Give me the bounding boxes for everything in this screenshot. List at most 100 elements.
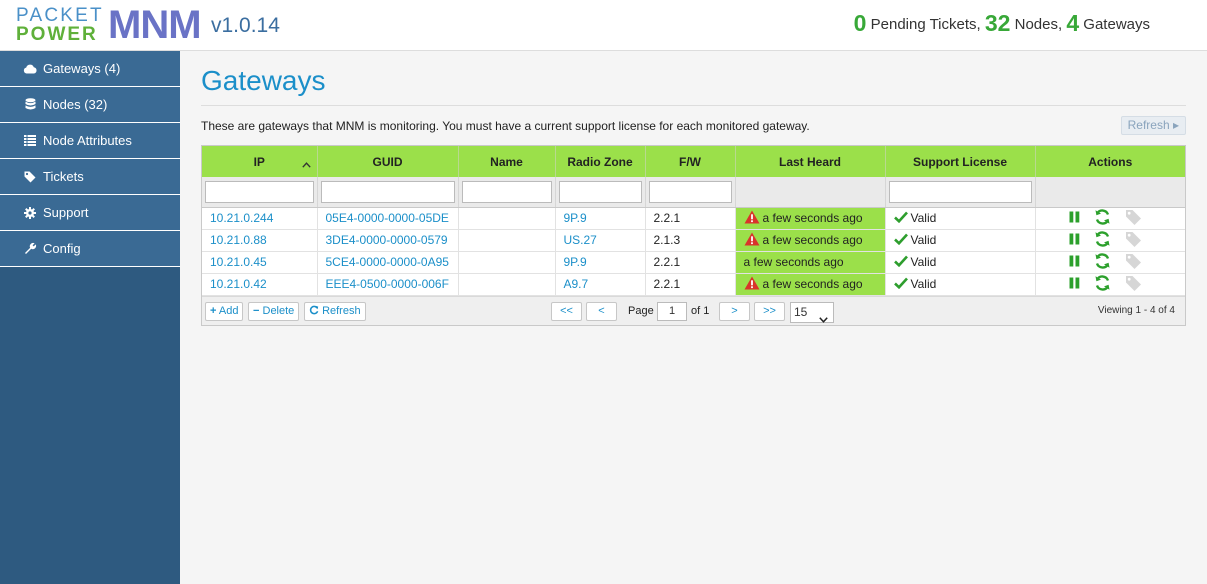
guid-link[interactable]: 3DE4-0000-0000-0579	[326, 233, 448, 247]
col-header-label: Support License	[912, 154, 1007, 169]
cell-radio-zone: 9P.9	[555, 207, 646, 230]
filter-support-license-input[interactable]	[888, 180, 1032, 203]
pause-icon[interactable]	[1069, 211, 1080, 226]
first-page-button[interactable]: <<	[551, 301, 582, 321]
col-header-label: GUID	[372, 154, 403, 169]
add-button[interactable]: + Add	[205, 301, 244, 321]
filter-fw-input[interactable]	[648, 180, 732, 203]
ip-link[interactable]: 10.21.0.244	[210, 211, 273, 225]
status-counts: 0 Pending Tickets, 32 Nodes, 4 Gateways	[854, 10, 1150, 37]
filter-guid-input[interactable]	[320, 180, 455, 203]
check-icon	[893, 255, 908, 270]
delete-button[interactable]: − Delete	[248, 301, 300, 321]
col-header-fw[interactable]: F/W	[645, 146, 736, 177]
cell-name	[458, 207, 556, 230]
col-header-actions: Actions	[1035, 146, 1185, 177]
license-value: Valid	[910, 210, 937, 225]
fw-value: 2.1.3	[653, 233, 681, 247]
sidebar-item-label: Node Attributes	[43, 133, 132, 148]
cell-last-heard: a few seconds ago	[735, 273, 886, 296]
page-size-select[interactable]: 15	[790, 301, 834, 323]
delete-button-label: Delete	[262, 304, 295, 317]
cell-radio-zone: US.27	[555, 229, 646, 252]
fw-value: 2.2.1	[653, 211, 681, 225]
ip-link[interactable]: 10.21.0.88	[210, 233, 267, 247]
guid-link[interactable]: 5CE4-0000-0000-0A95	[326, 255, 449, 269]
page-number-input[interactable]: 1	[657, 301, 687, 321]
filter-name-input[interactable]	[461, 180, 552, 203]
cell-actions	[1035, 207, 1185, 230]
filter-radio-zone-input[interactable]	[558, 180, 642, 203]
sidebar-item-nodes[interactable]: Nodes (32)	[0, 87, 180, 123]
refresh-button-label: Refresh	[322, 304, 361, 317]
sync-icon[interactable]	[1094, 230, 1111, 250]
cell-support-license: Valid	[885, 251, 1036, 274]
tag-icon[interactable]	[1125, 209, 1142, 228]
license-value: Valid	[910, 276, 937, 291]
prev-page-button[interactable]: <	[586, 301, 617, 321]
radio-zone-link[interactable]: A9.7	[564, 277, 589, 291]
sidebar-item-support[interactable]: Support	[0, 195, 180, 231]
wrench-icon	[23, 242, 37, 256]
sidebar-item-gateways[interactable]: Gateways (4)	[0, 51, 180, 87]
next-page-button[interactable]: >	[719, 301, 750, 321]
sync-icon[interactable]	[1094, 274, 1111, 294]
cell-guid: 3DE4-0000-0000-0579	[317, 229, 459, 252]
sidebar-item-label: Support	[43, 205, 89, 220]
last-heard-value: a few seconds ago	[762, 232, 863, 247]
col-header-name[interactable]: Name	[458, 146, 556, 177]
col-header-support-license[interactable]: Support License	[885, 146, 1036, 177]
radio-zone-link[interactable]: 9P.9	[564, 255, 587, 269]
pending-count: 0	[853, 10, 867, 36]
page-description: These are gateways that MNM is monitorin…	[201, 119, 810, 133]
filter-ip-input[interactable]	[205, 180, 314, 203]
filter-row	[202, 177, 1185, 208]
table-row[interactable]: 10.21.0.42 EEE4-0500-0000-006F A9.7 2.2.1 a …	[202, 273, 1186, 296]
sync-icon[interactable]	[1094, 252, 1111, 272]
sidebar-item-node-attributes[interactable]: Node Attributes	[0, 123, 180, 159]
row-actions	[1044, 274, 1186, 294]
col-header-radio-zone[interactable]: Radio Zone	[555, 146, 646, 177]
packet-power-logo[interactable]: PACKET POWER MNM	[16, 5, 202, 45]
sidebar-item-config[interactable]: Config	[0, 231, 180, 267]
cell-actions	[1035, 251, 1185, 274]
col-header-guid[interactable]: GUID	[317, 146, 459, 177]
cell-name	[458, 273, 556, 296]
last-heard-value: a few seconds ago	[762, 276, 863, 291]
page-count-label: of 1	[691, 304, 710, 317]
gateways-table: IP GUID Name Radio Zone F/W Last Heard S…	[202, 146, 1185, 296]
col-header-last-heard[interactable]: Last Heard	[735, 146, 886, 177]
last-page-button[interactable]: >>	[754, 301, 785, 321]
page-size-value: 15	[794, 304, 808, 319]
refresh-top-button[interactable]: Refresh ▸	[1120, 116, 1186, 135]
cell-guid: EEE4-0500-0000-006F	[317, 273, 459, 296]
sync-icon[interactable]	[1094, 208, 1111, 228]
radio-zone-link[interactable]: US.27	[564, 233, 597, 247]
ip-link[interactable]: 10.21.0.45	[210, 255, 267, 269]
guid-link[interactable]: EEE4-0500-0000-006F	[326, 277, 449, 291]
tag-icon[interactable]	[1125, 253, 1142, 272]
pause-icon[interactable]	[1069, 255, 1080, 270]
table-row[interactable]: 10.21.0.88 3DE4-0000-0000-0579 US.27 2.1.3 a…	[202, 229, 1186, 252]
cell-radio-zone: A9.7	[555, 273, 646, 296]
cell-last-heard: a few seconds ago	[735, 251, 886, 274]
ip-link[interactable]: 10.21.0.42	[210, 277, 267, 291]
refresh-button[interactable]: Refresh	[304, 301, 366, 321]
cell-ip: 10.21.0.244	[202, 207, 318, 230]
tag-icon[interactable]	[1125, 231, 1142, 250]
tag-icon[interactable]	[1125, 275, 1142, 294]
radio-zone-link[interactable]: 9P.9	[564, 211, 587, 225]
pause-icon[interactable]	[1069, 233, 1080, 248]
table-row[interactable]: 10.21.0.45 5CE4-0000-0000-0A95 9P.9 2.2.1 a …	[202, 251, 1185, 274]
row-actions	[1044, 230, 1186, 250]
fw-value: 2.2.1	[653, 277, 681, 291]
table-row[interactable]: 10.21.0.244 05E4-0000-0000-05DE 9P.9 2.2.1 a…	[202, 207, 1185, 230]
col-header-ip[interactable]: IP	[202, 146, 318, 177]
warning-icon	[744, 232, 760, 249]
pause-icon[interactable]	[1069, 277, 1080, 292]
fw-value: 2.2.1	[653, 255, 681, 269]
col-header-label: Radio Zone	[567, 154, 633, 169]
sidebar-item-tickets[interactable]: Tickets	[0, 159, 180, 195]
guid-link[interactable]: 05E4-0000-0000-05DE	[326, 211, 449, 225]
gateways-label: Gateways	[1083, 16, 1150, 33]
